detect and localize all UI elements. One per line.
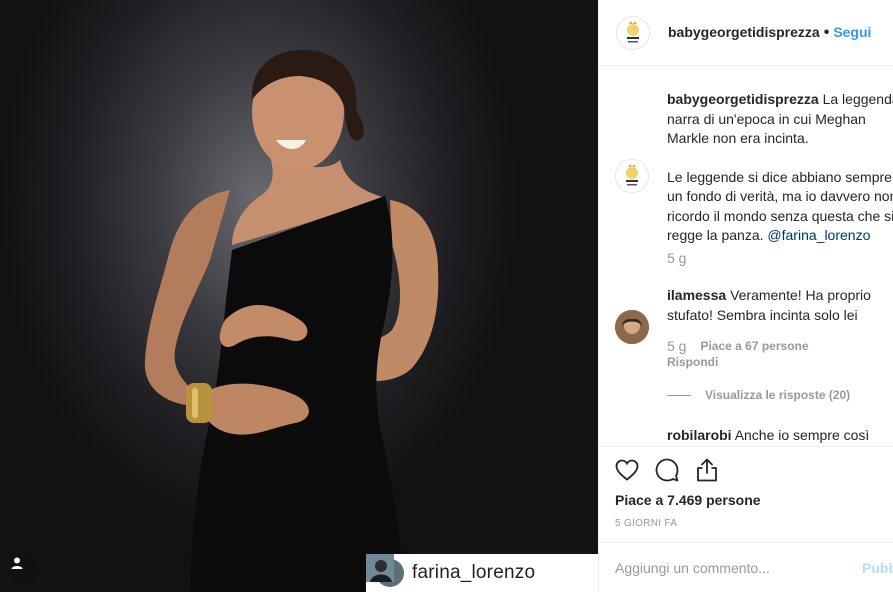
share-button[interactable] <box>694 457 720 483</box>
like-button[interactable] <box>614 457 640 483</box>
add-comment-bar: Pubblica <box>599 542 893 592</box>
comments-list[interactable]: babygeorgetidisprezza La leggenda narra … <box>599 66 893 446</box>
caption-time: 5 g <box>667 250 687 266</box>
comment-input[interactable] <box>615 559 845 576</box>
header-username[interactable]: babygeorgetidisprezza <box>668 24 820 40</box>
photo-illustration <box>144 49 439 592</box>
comment-button[interactable] <box>654 457 680 483</box>
repost-badge: farina_lorenzo <box>366 554 598 592</box>
user-tag-icon <box>11 557 23 569</box>
comment-text: Anche io sempre così <box>734 427 870 443</box>
post-likes[interactable]: Piace a 7.469 persone <box>615 492 761 508</box>
publish-button[interactable]: Pubblica <box>862 560 893 576</box>
caption: babygeorgetidisprezza La leggenda narra … <box>667 90 893 246</box>
caption-username[interactable]: babygeorgetidisprezza <box>667 91 819 107</box>
baby-george-logo-icon <box>627 20 639 42</box>
comment-meta: 5 g Piace a 67 persone <box>667 338 809 354</box>
post-date[interactable]: 5 giorni fa <box>615 518 677 529</box>
user-tag-button[interactable] <box>10 556 38 584</box>
comment-likes[interactable]: Piace a 67 persone <box>700 339 808 353</box>
repost-avatar <box>366 554 404 587</box>
heart-icon <box>615 459 639 481</box>
repost-username: farina_lorenzo <box>412 562 536 583</box>
comment-item: ilamessa Veramente! Ha proprio stufato! … <box>667 286 893 325</box>
post-header: babygeorgetidisprezza • Segui <box>599 0 893 66</box>
comment-avatar[interactable] <box>615 310 649 344</box>
comment-icon <box>655 458 679 482</box>
caption-mention[interactable]: @farina_lorenzo <box>767 227 870 243</box>
divider-line <box>667 394 691 396</box>
header-separator: • <box>823 23 830 41</box>
share-icon <box>697 458 717 482</box>
comment-username[interactable]: ilamessa <box>667 287 726 303</box>
post-photo[interactable]: farina_lorenzo <box>0 0 598 592</box>
baby-george-logo-icon <box>626 164 638 186</box>
comment-time: 5 g <box>667 338 687 354</box>
comment-username[interactable]: robilarobi <box>667 427 732 443</box>
post-actions: Piace a 7.469 persone 5 giorni fa <box>599 446 893 542</box>
comment-item: robilarobi Anche io sempre così <box>667 426 893 446</box>
post-side-panel: babygeorgetidisprezza • Segui babygeorgeti… <box>598 0 893 592</box>
avatar[interactable] <box>616 15 650 50</box>
action-icons <box>614 457 720 483</box>
view-replies-label: Visualizza le risposte (20) <box>705 388 851 402</box>
caption-avatar[interactable] <box>615 159 649 193</box>
follow-button[interactable]: Segui <box>833 24 871 40</box>
reply-button[interactable]: Rispondi <box>667 355 718 369</box>
view-replies-button[interactable]: Visualizza le risposte (20) <box>667 388 850 402</box>
user-photo-icon <box>615 310 649 344</box>
